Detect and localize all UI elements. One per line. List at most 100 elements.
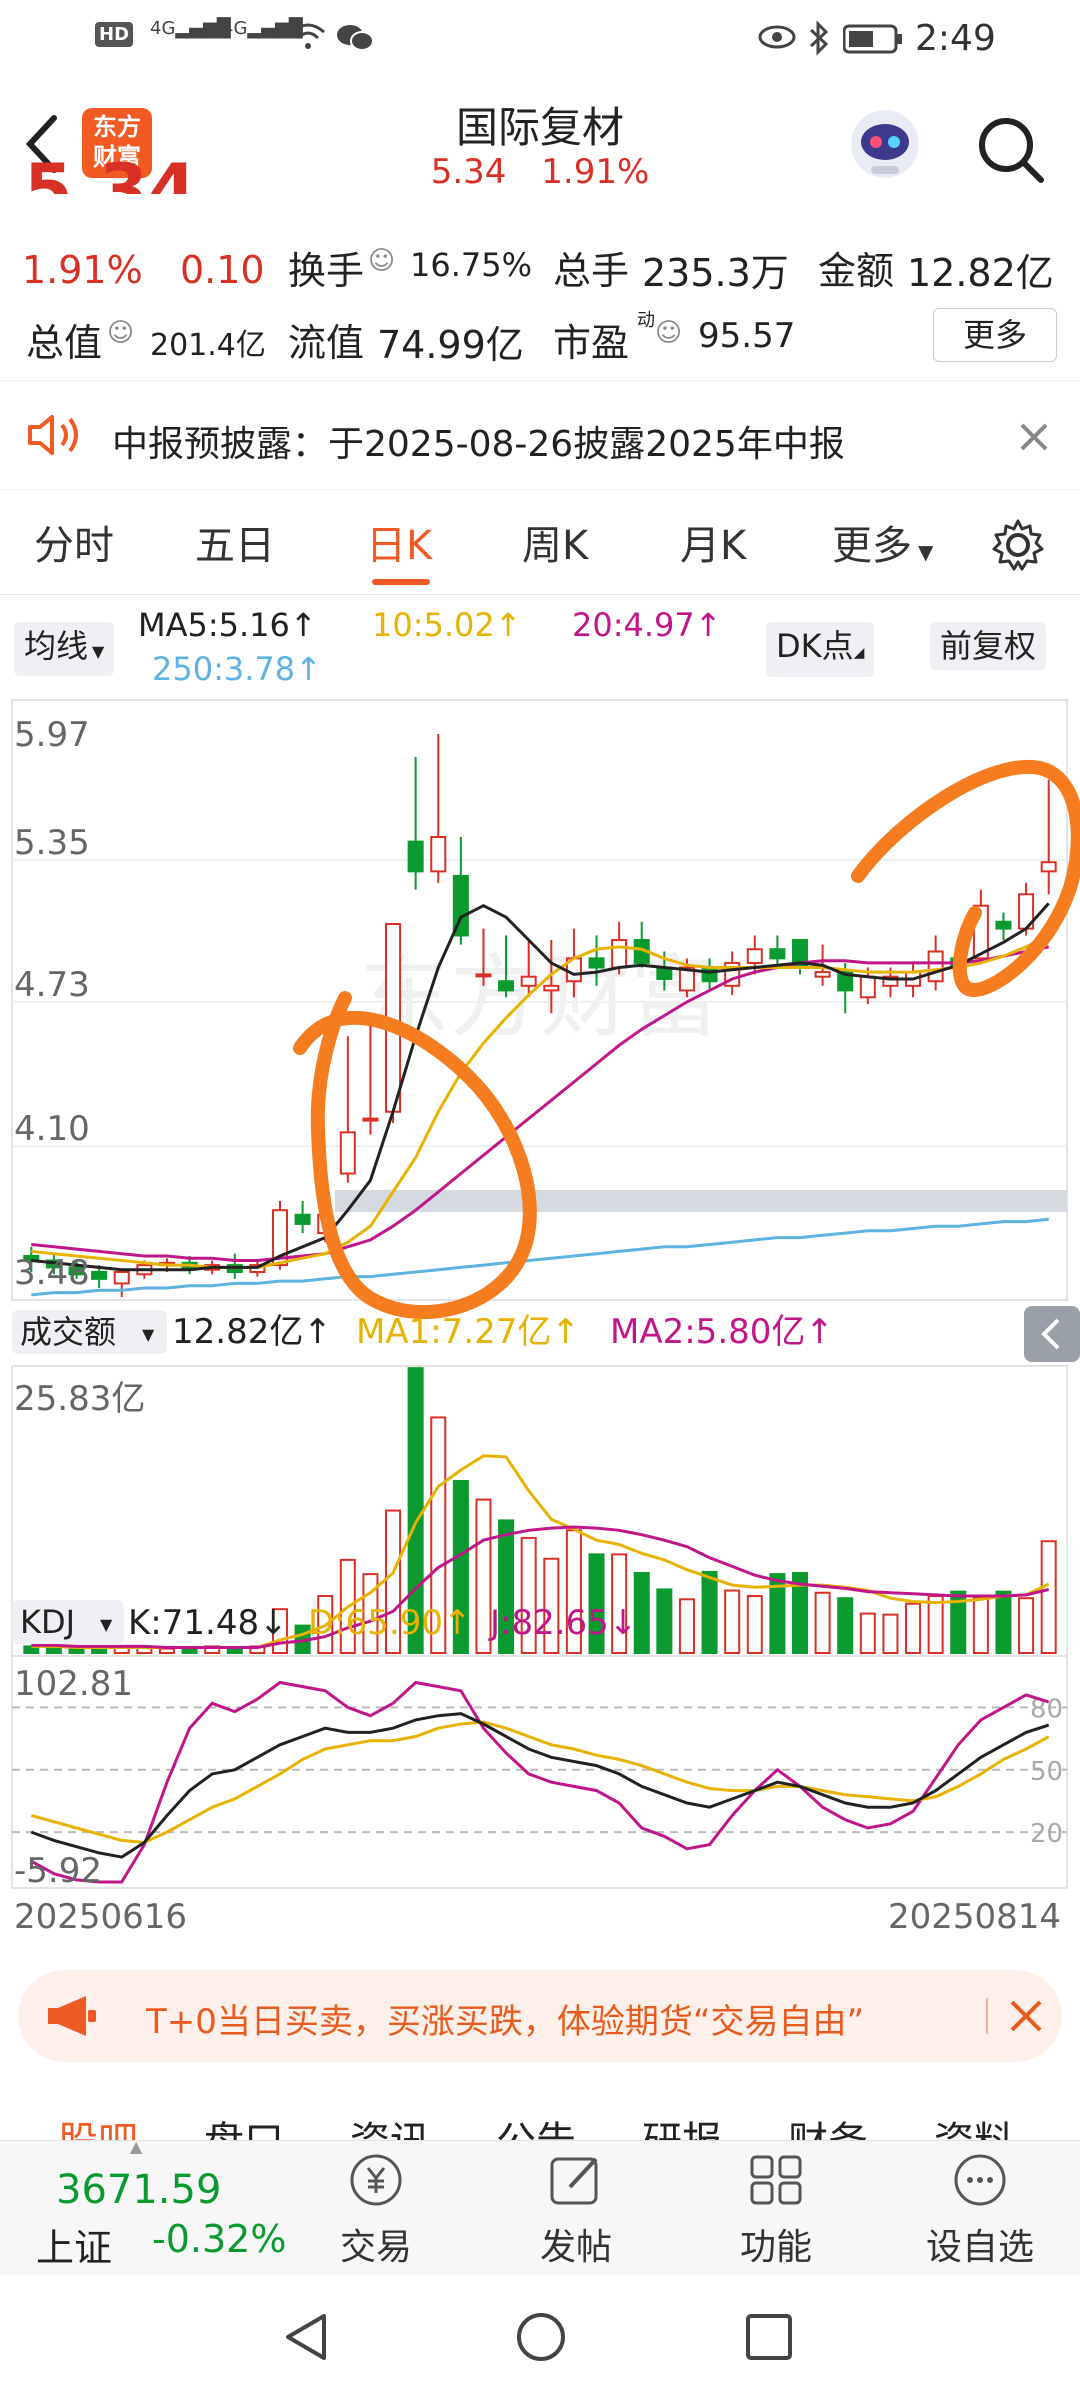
caret-down-icon: ▼	[100, 1615, 113, 1634]
candle	[498, 980, 515, 992]
candle	[520, 975, 537, 987]
nav-functions[interactable]: 功能	[696, 2151, 856, 2270]
candle	[746, 948, 763, 964]
sub-tab-finance[interactable]: 财务	[788, 2109, 868, 2140]
gear-icon[interactable]	[990, 517, 1046, 573]
kdj-selector-label: KDJ	[20, 1603, 75, 1641]
total-value-value: 201.4亿	[150, 328, 266, 363]
close-icon[interactable]	[1008, 1998, 1044, 2034]
tab-intraday[interactable]: 分时	[34, 513, 114, 571]
sub-tab-announcements[interactable]: 公告	[496, 2109, 576, 2140]
candle	[701, 966, 718, 983]
kdj-k-line	[30, 1712, 1050, 1859]
change-pct: 1.91%	[22, 248, 143, 292]
4g-signal-icon: 4G▂▄▆█	[150, 18, 231, 39]
grid-icon	[750, 2155, 802, 2205]
volume-bar	[905, 1602, 922, 1654]
wechat-icon	[337, 25, 374, 51]
volume-selector-label: 成交额	[20, 1313, 116, 1351]
ma5-label: MA5:5.16↑	[138, 606, 317, 644]
info-icon[interactable]: ☺	[655, 318, 682, 348]
nav-post[interactable]: 发帖	[496, 2151, 656, 2270]
ma-selector[interactable]: 均线 ▼	[14, 622, 115, 676]
candle	[611, 939, 628, 969]
bluetooth-icon	[809, 20, 829, 56]
dk-point-label: DK点	[776, 627, 854, 665]
ma-selector-label: 均线	[24, 627, 89, 665]
tab-more[interactable]: 更多 ▼	[832, 513, 933, 571]
volume-ma1: MA1:7.27亿↑	[356, 1312, 580, 1352]
caret-down-icon: ▼	[918, 540, 934, 564]
nav-post-label: 发帖	[539, 2227, 612, 2268]
candle	[430, 836, 447, 873]
tab-weekly-k[interactable]: 周K	[522, 513, 588, 571]
sub-tab-pankou[interactable]: 盘口	[204, 2109, 284, 2140]
close-icon[interactable]	[1018, 421, 1050, 453]
status-bar: HD 4G▂▄▆█ 4G▂▄▆█ 2:49	[0, 0, 1080, 80]
robot-assistant-icon[interactable]	[845, 104, 925, 184]
volume-bar	[701, 1570, 718, 1654]
nav-add-watchlist[interactable]: 设自选	[900, 2151, 1060, 2270]
corner-triangle-icon: ◢	[853, 645, 865, 661]
recent-apps-icon[interactable]	[744, 2312, 794, 2362]
adjust-button[interactable]: 前复权	[930, 622, 1047, 670]
kdj-ref-label: 20	[1030, 1819, 1063, 1849]
index-name: 上证	[36, 2226, 113, 2270]
period-tabs: 分时 五日 日K 周K 月K 更多 ▼	[0, 495, 1080, 595]
big-price: 5.34	[24, 160, 197, 194]
kdj-ref-label: 50	[1030, 1757, 1063, 1787]
candle	[543, 984, 560, 992]
change-amount: 0.10	[180, 248, 265, 292]
ma20-label: 20:4.97↑	[572, 606, 722, 644]
amount-label: 金额	[818, 249, 895, 293]
info-icon[interactable]: ☺	[107, 318, 134, 348]
candle	[113, 1270, 130, 1285]
annotation-circle-right	[851, 759, 1080, 997]
chart-area[interactable]: 东方财富 5.975.354.734.103.48 成交额 ▼ 12.82亿↑ …	[0, 698, 1080, 1930]
volume-bar	[972, 1596, 989, 1654]
tab-five-day[interactable]: 五日	[195, 513, 275, 571]
candle	[769, 948, 786, 960]
amount-value: 12.82亿	[907, 251, 1054, 295]
volume-bar	[882, 1613, 899, 1655]
pe-superscript: 动	[637, 310, 655, 331]
promo-banner[interactable]: T+0当日买卖，买涨买跌，体验期货“交易自由”	[18, 1970, 1062, 2062]
tab-daily-k[interactable]: 日K	[366, 513, 432, 571]
info-icon[interactable]: ☺	[368, 246, 395, 276]
caret-down-icon: ▼	[142, 1325, 155, 1344]
candle	[91, 1270, 108, 1280]
more-button[interactable]: 更多	[933, 308, 1057, 362]
megaphone-icon	[48, 1996, 96, 2036]
volume-bar	[1018, 1597, 1035, 1655]
hd-icon: HD	[95, 22, 134, 47]
sub-tab-news[interactable]: 资讯	[350, 2109, 430, 2140]
notice-bar[interactable]: 中报预披露：于2025-08-26披露2025年中报	[0, 380, 1080, 490]
index-ticker[interactable]: ▲ 3671.59 上证 -0.32%	[20, 2137, 290, 2276]
y-tick-label: 3.48	[14, 1253, 90, 1293]
ma-legend-row: 均线 ▼ MA5:5.16↑ 10:5.02↑ 20:4.97↑ 250:3.78…	[0, 598, 1080, 698]
nav-trade[interactable]: 交易	[296, 2151, 456, 2270]
back-triangle-icon[interactable]	[280, 2310, 334, 2364]
x-axis-start-date: 20250616	[14, 1897, 187, 1930]
kdj-j-value: J:82.65↓	[488, 1603, 637, 1643]
kdj-y-min: -5.92	[14, 1851, 102, 1891]
sub-tab-research[interactable]: 研报	[642, 2109, 722, 2140]
pe-label: 市盈	[553, 321, 630, 365]
float-value-label: 流值	[288, 321, 365, 365]
tab-monthly-k[interactable]: 月K	[680, 513, 746, 571]
total-value-label: 总值	[26, 321, 103, 365]
sub-tab-guba[interactable]: 股吧	[58, 2109, 138, 2140]
volume-bar	[45, 1646, 62, 1654]
home-circle-icon[interactable]	[514, 2310, 568, 2364]
collapse-tab[interactable]	[1024, 1306, 1080, 1362]
volume-y-label: 25.83亿	[14, 1379, 145, 1419]
promo-divider	[986, 1998, 988, 2034]
float-value-value: 74.99亿	[377, 323, 524, 367]
header-price: 5.34	[430, 152, 507, 192]
candle	[588, 957, 605, 969]
edit-icon	[550, 2157, 598, 2205]
volume-current: 12.82亿↑	[172, 1312, 332, 1352]
dk-point-button[interactable]: DK点◢	[766, 622, 875, 677]
search-icon[interactable]	[975, 114, 1047, 186]
sub-tab-profile[interactable]: 资料	[934, 2109, 1014, 2140]
